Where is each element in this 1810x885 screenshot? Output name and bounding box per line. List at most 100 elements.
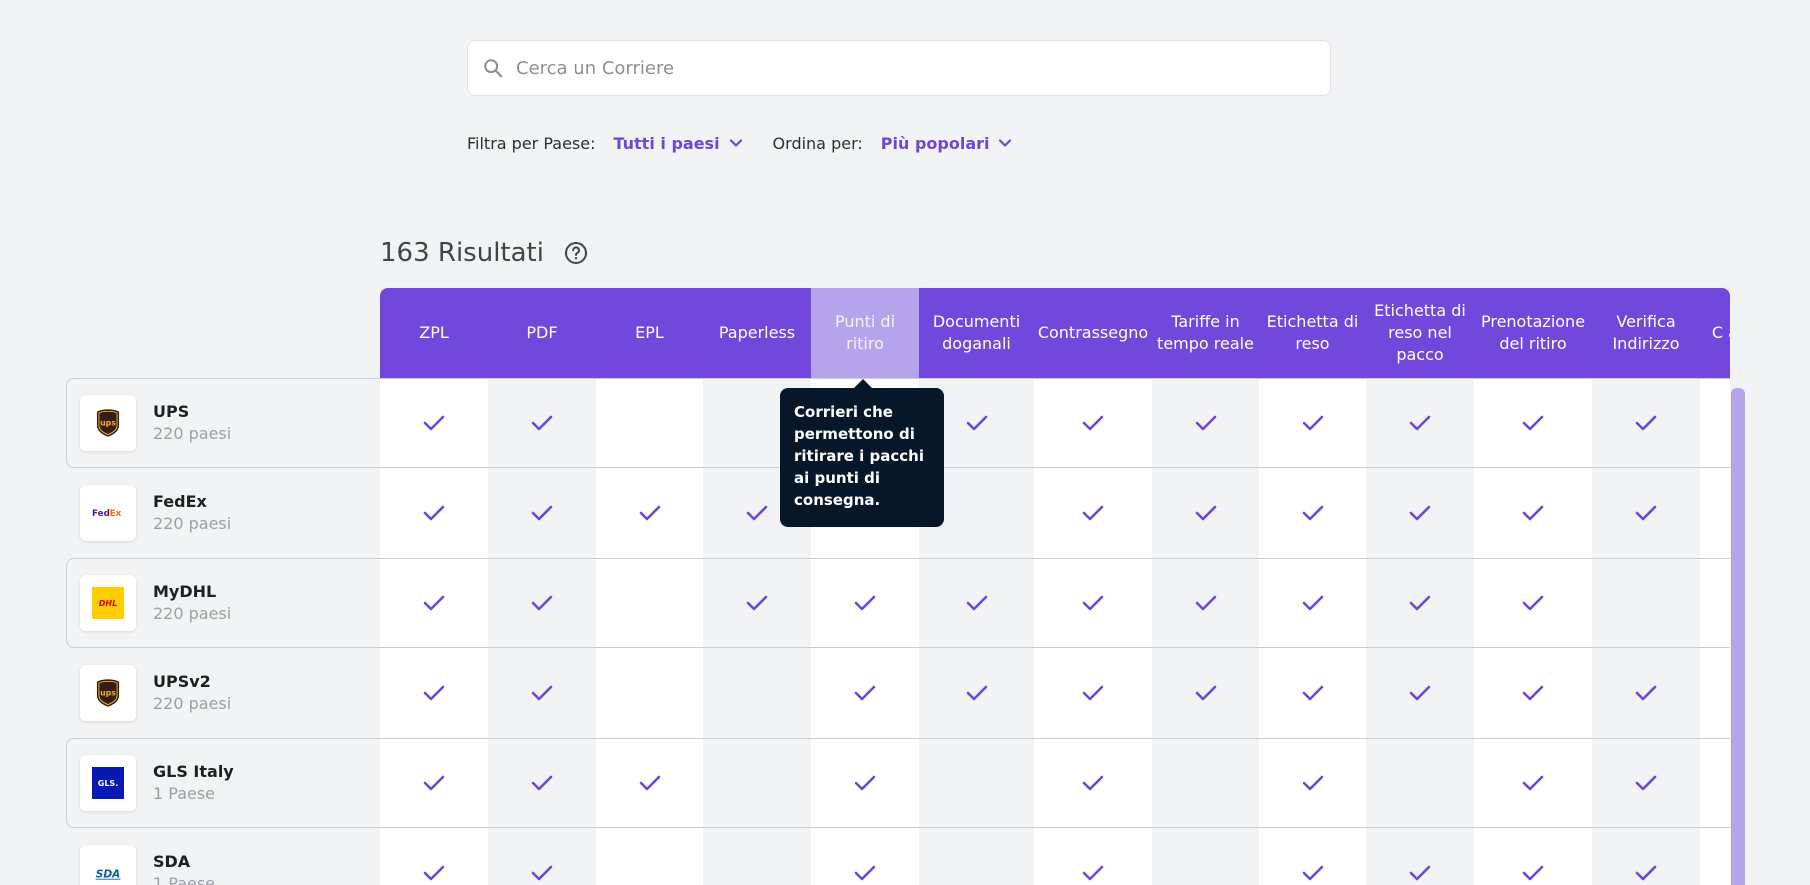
check-icon xyxy=(1409,595,1431,611)
check-icon xyxy=(966,415,987,431)
carrier-country-count: 1 Paese xyxy=(153,784,216,803)
row-frame xyxy=(66,558,1730,648)
check-icon xyxy=(531,595,553,611)
check-icon xyxy=(966,685,987,701)
gls-logo: GLS. xyxy=(80,755,136,811)
svg-text:ups: ups xyxy=(100,419,116,428)
check-icon xyxy=(1302,775,1323,791)
check-icon xyxy=(1409,415,1431,431)
check-icon xyxy=(1409,865,1431,881)
country-filter-label: Filtra per Paese: xyxy=(467,133,596,153)
check-icon xyxy=(1409,685,1431,701)
sort-dropdown[interactable]: Più popolari xyxy=(881,134,1013,153)
check-icon xyxy=(1302,505,1323,521)
check-icon xyxy=(1302,415,1323,431)
column-header[interactable]: Documenti doganali xyxy=(919,288,1034,378)
check-icon xyxy=(1082,685,1104,701)
check-icon xyxy=(1082,415,1104,431)
carrier-country-count: 220 paesi xyxy=(153,514,232,533)
table-header: ZPL PDF EPL Paperless Punti di ritiro Documen… xyxy=(380,288,1730,378)
check-icon xyxy=(746,505,768,521)
ups-logo: ups xyxy=(80,665,136,721)
search-input[interactable] xyxy=(516,57,1296,79)
column-header[interactable]: ZPL xyxy=(380,288,488,378)
carrier-country-count: 220 paesi xyxy=(153,424,232,443)
ups-logo: ups xyxy=(80,395,136,451)
help-icon[interactable] xyxy=(564,241,588,265)
check-icon xyxy=(1522,775,1544,791)
check-icon xyxy=(1635,505,1657,521)
sda-logo: SDA xyxy=(80,845,136,885)
carrier-name: FedEx xyxy=(153,492,207,511)
column-header[interactable]: Verifica Indirizzo xyxy=(1592,288,1700,378)
table-row[interactable]: GLS. GLS Italy 1 Paese xyxy=(0,738,1730,828)
column-header[interactable]: Etichetta di reso nel pacco xyxy=(1366,288,1474,378)
carrier-table: ZPL PDF EPL Paperless Punti di ritiro Documen… xyxy=(0,288,1730,885)
check-icon xyxy=(423,595,445,611)
check-icon xyxy=(423,415,445,431)
check-icon xyxy=(966,595,987,611)
column-header[interactable]: Etichetta di reso xyxy=(1259,288,1366,378)
check-icon xyxy=(1635,415,1657,431)
check-icon xyxy=(1195,595,1216,611)
table-scrollbar[interactable] xyxy=(1731,388,1745,885)
chevron-down-icon xyxy=(729,139,742,147)
tooltip-text: Corrieri che permettono di ritirare i pa… xyxy=(794,403,924,509)
check-icon xyxy=(746,595,768,611)
check-icon xyxy=(1522,415,1544,431)
check-icon xyxy=(1409,505,1431,521)
sort-value: Più popolari xyxy=(880,133,990,153)
check-icon xyxy=(531,685,553,701)
fedex-logo: Fed Ex xyxy=(80,485,136,541)
check-icon xyxy=(531,865,553,881)
check-icon xyxy=(854,595,876,611)
check-icon xyxy=(854,775,876,791)
column-header[interactable]: Punti di ritiro xyxy=(811,288,919,378)
check-icon xyxy=(423,505,445,521)
svg-text:SDA: SDA xyxy=(96,868,121,880)
check-icon xyxy=(423,865,445,881)
column-header[interactable]: PDF xyxy=(488,288,596,378)
check-icon xyxy=(854,685,876,701)
check-icon xyxy=(1082,505,1104,521)
search-icon xyxy=(484,59,503,78)
search-box[interactable] xyxy=(467,40,1331,96)
column-header[interactable]: C ag xyxy=(1700,288,1730,378)
check-icon xyxy=(423,685,445,701)
check-icon xyxy=(423,775,445,791)
carrier-name: UPSv2 xyxy=(153,672,211,691)
table-row[interactable]: SDA SDA 1 Paese xyxy=(0,828,1730,885)
column-header[interactable]: Contrassegno xyxy=(1034,288,1152,378)
svg-text:ups: ups xyxy=(100,689,116,698)
check-icon xyxy=(1635,685,1657,701)
svg-text:Ex: Ex xyxy=(110,509,122,519)
check-icon xyxy=(1635,775,1657,791)
row-frame xyxy=(66,738,1730,828)
dhl-logo: DHL xyxy=(80,575,136,631)
check-icon xyxy=(1522,685,1544,701)
check-icon xyxy=(1635,865,1657,881)
results-count: 163 Risultati xyxy=(380,238,544,268)
column-header[interactable]: EPL xyxy=(596,288,703,378)
check-icon xyxy=(639,775,660,791)
chevron-down-icon xyxy=(999,139,1012,147)
tooltip-arrow xyxy=(854,379,872,388)
column-header[interactable]: Prenotazione del ritiro xyxy=(1474,288,1592,378)
check-icon xyxy=(1302,865,1323,881)
table-row[interactable]: DHL MyDHL 220 paesi xyxy=(0,558,1730,648)
check-icon xyxy=(1522,595,1544,611)
svg-text:DHL: DHL xyxy=(99,599,117,608)
svg-text:GLS.: GLS. xyxy=(98,779,118,788)
column-header[interactable]: Paperless xyxy=(703,288,811,378)
carrier-name: GLS Italy xyxy=(153,762,234,781)
check-icon xyxy=(531,505,553,521)
country-filter-value: Tutti i paesi xyxy=(613,133,720,153)
table-row[interactable]: ups UPSv2 220 paesi xyxy=(0,648,1730,739)
check-icon xyxy=(1195,415,1216,431)
country-filter-dropdown[interactable]: Tutti i paesi xyxy=(613,134,742,153)
column-header[interactable]: Tariffe in tempo reale xyxy=(1152,288,1259,378)
check-icon xyxy=(1522,505,1544,521)
check-icon xyxy=(1195,505,1216,521)
svg-text:Fed: Fed xyxy=(92,509,110,519)
carrier-country-count: 220 paesi xyxy=(153,694,232,713)
